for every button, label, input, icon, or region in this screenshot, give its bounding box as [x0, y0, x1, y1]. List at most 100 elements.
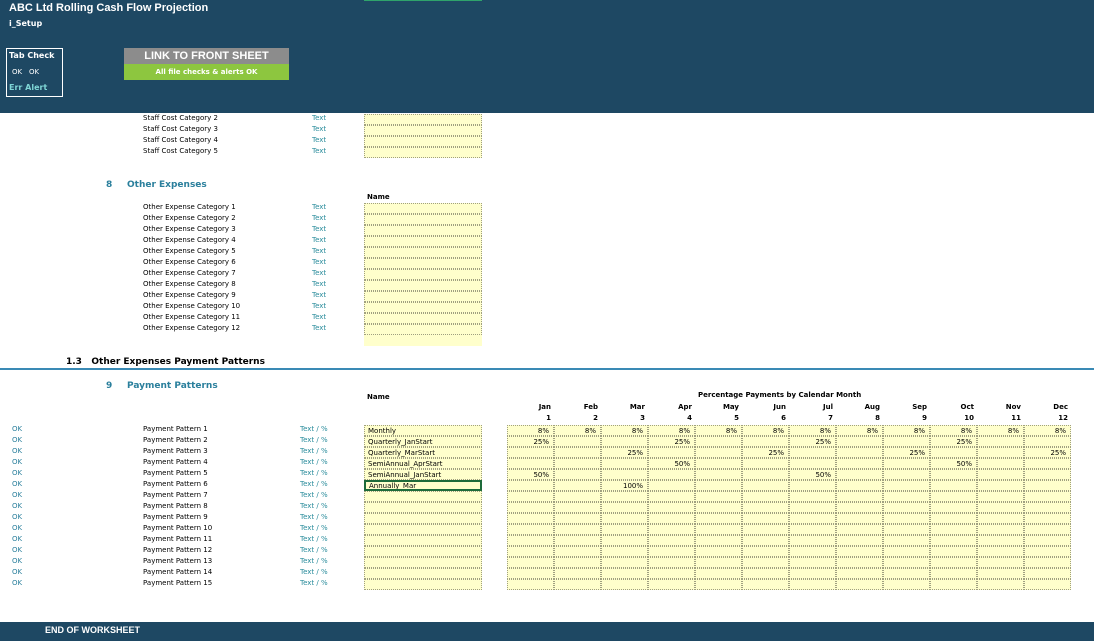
- percentage-cell[interactable]: [554, 524, 601, 535]
- percentage-cell[interactable]: [601, 458, 648, 469]
- percentage-cell[interactable]: 8%: [554, 425, 601, 436]
- percentage-cell[interactable]: [977, 502, 1024, 513]
- percentage-cell[interactable]: [695, 447, 742, 458]
- percentage-cell[interactable]: [601, 491, 648, 502]
- percentage-cell[interactable]: [507, 535, 554, 546]
- percentage-cell[interactable]: 25%: [883, 447, 930, 458]
- percentage-cell[interactable]: 8%: [648, 425, 695, 436]
- percentage-cell[interactable]: [742, 546, 789, 557]
- percentage-cell[interactable]: [648, 568, 695, 579]
- name-input-cell[interactable]: [364, 291, 482, 302]
- percentage-cell[interactable]: [695, 524, 742, 535]
- percentage-cell[interactable]: [601, 469, 648, 480]
- percentage-cell[interactable]: [742, 568, 789, 579]
- percentage-cell[interactable]: [1024, 491, 1071, 502]
- percentage-cell[interactable]: 8%: [883, 425, 930, 436]
- percentage-cell[interactable]: [836, 524, 883, 535]
- percentage-cell[interactable]: [883, 436, 930, 447]
- percentage-cell[interactable]: [930, 524, 977, 535]
- percentage-cell[interactable]: [507, 491, 554, 502]
- percentage-cell[interactable]: [1024, 568, 1071, 579]
- percentage-cell[interactable]: [742, 469, 789, 480]
- percentage-cell[interactable]: [695, 513, 742, 524]
- percentage-cell[interactable]: [1024, 535, 1071, 546]
- pattern-name-cell[interactable]: [364, 524, 482, 535]
- percentage-cell[interactable]: [695, 557, 742, 568]
- percentage-cell[interactable]: [977, 524, 1024, 535]
- percentage-cell[interactable]: [648, 480, 695, 491]
- percentage-cell[interactable]: [601, 436, 648, 447]
- percentage-cell[interactable]: [977, 546, 1024, 557]
- percentage-cell[interactable]: [742, 557, 789, 568]
- percentage-cell[interactable]: [930, 502, 977, 513]
- pattern-name-cell[interactable]: [364, 568, 482, 579]
- percentage-cell[interactable]: [930, 568, 977, 579]
- percentage-cell[interactable]: [789, 568, 836, 579]
- percentage-cell[interactable]: [695, 491, 742, 502]
- percentage-cell[interactable]: [883, 502, 930, 513]
- percentage-cell[interactable]: [554, 447, 601, 458]
- percentage-cell[interactable]: [977, 513, 1024, 524]
- percentage-cell[interactable]: [883, 557, 930, 568]
- percentage-cell[interactable]: [883, 568, 930, 579]
- percentage-cell[interactable]: [789, 535, 836, 546]
- pattern-name-cell[interactable]: Quarterly_MarStart: [364, 447, 482, 458]
- percentage-cell[interactable]: [930, 447, 977, 458]
- percentage-cell[interactable]: [883, 513, 930, 524]
- percentage-cell[interactable]: 25%: [601, 447, 648, 458]
- percentage-cell[interactable]: [977, 480, 1024, 491]
- percentage-cell[interactable]: [648, 557, 695, 568]
- percentage-cell[interactable]: [883, 458, 930, 469]
- percentage-cell[interactable]: [977, 458, 1024, 469]
- percentage-cell[interactable]: [789, 480, 836, 491]
- percentage-cell[interactable]: [601, 546, 648, 557]
- percentage-cell[interactable]: [1024, 502, 1071, 513]
- percentage-cell[interactable]: [789, 579, 836, 590]
- percentage-cell[interactable]: [930, 513, 977, 524]
- percentage-cell[interactable]: 8%: [789, 425, 836, 436]
- pattern-name-cell[interactable]: SemiAnnual_JanStart: [364, 469, 482, 480]
- percentage-cell[interactable]: [836, 535, 883, 546]
- percentage-cell[interactable]: [554, 491, 601, 502]
- percentage-cell[interactable]: [507, 524, 554, 535]
- percentage-cell[interactable]: [836, 447, 883, 458]
- percentage-cell[interactable]: 8%: [695, 425, 742, 436]
- pattern-name-cell[interactable]: [364, 502, 482, 513]
- percentage-cell[interactable]: [507, 502, 554, 513]
- percentage-cell[interactable]: [695, 579, 742, 590]
- percentage-cell[interactable]: 50%: [789, 469, 836, 480]
- percentage-cell[interactable]: [742, 535, 789, 546]
- percentage-cell[interactable]: [695, 436, 742, 447]
- percentage-cell[interactable]: [977, 436, 1024, 447]
- percentage-cell[interactable]: [695, 535, 742, 546]
- percentage-cell[interactable]: [742, 502, 789, 513]
- percentage-cell[interactable]: [836, 513, 883, 524]
- percentage-cell[interactable]: [648, 491, 695, 502]
- percentage-cell[interactable]: [507, 458, 554, 469]
- percentage-cell[interactable]: [883, 469, 930, 480]
- percentage-cell[interactable]: [883, 480, 930, 491]
- percentage-cell[interactable]: [930, 491, 977, 502]
- percentage-cell[interactable]: [1024, 546, 1071, 557]
- percentage-cell[interactable]: [1024, 458, 1071, 469]
- percentage-cell[interactable]: [977, 491, 1024, 502]
- name-input-cell[interactable]: [364, 236, 482, 247]
- percentage-cell[interactable]: [836, 491, 883, 502]
- percentage-cell[interactable]: [977, 469, 1024, 480]
- percentage-cell[interactable]: [977, 568, 1024, 579]
- percentage-cell[interactable]: 50%: [648, 458, 695, 469]
- percentage-cell[interactable]: [554, 535, 601, 546]
- name-input-cell[interactable]: [364, 147, 482, 158]
- percentage-cell[interactable]: [742, 524, 789, 535]
- percentage-cell[interactable]: 25%: [742, 447, 789, 458]
- percentage-cell[interactable]: [601, 535, 648, 546]
- name-input-cell[interactable]: [364, 225, 482, 236]
- name-input-cell[interactable]: [364, 136, 482, 147]
- percentage-cell[interactable]: 8%: [836, 425, 883, 436]
- percentage-cell[interactable]: [742, 579, 789, 590]
- percentage-cell[interactable]: [836, 557, 883, 568]
- percentage-cell[interactable]: [977, 557, 1024, 568]
- percentage-cell[interactable]: 25%: [648, 436, 695, 447]
- percentage-cell[interactable]: 25%: [789, 436, 836, 447]
- percentage-cell[interactable]: [1024, 480, 1071, 491]
